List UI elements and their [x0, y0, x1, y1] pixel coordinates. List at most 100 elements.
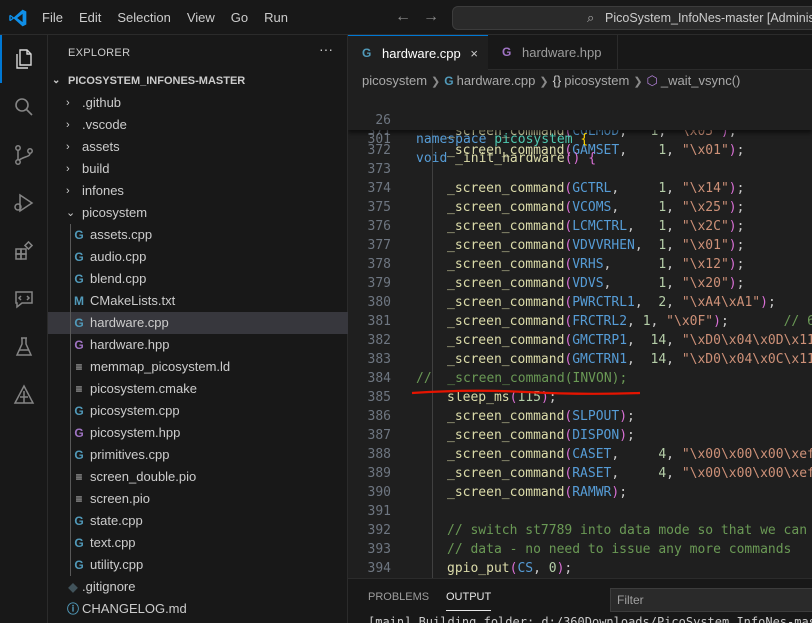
- code-line[interactable]: 388 _screen_command(CASET, 4, "\x00\x00\x…: [348, 445, 812, 464]
- tab-label: hardware.cpp: [382, 46, 461, 61]
- code-editor[interactable]: 26 namespace picosystem { 301 void _init…: [348, 92, 812, 578]
- hpp-file-icon: G: [74, 338, 84, 352]
- file-item[interactable]: ⓘ CHANGELOG.md: [48, 598, 348, 620]
- code-line[interactable]: 374 _screen_command(GCTRL, 1, "\x14");: [348, 179, 812, 198]
- close-icon[interactable]: ×: [470, 36, 478, 71]
- deploy-icon[interactable]: [0, 371, 48, 419]
- code-line[interactable]: 394 gpio_put(CS, 0);: [348, 559, 812, 578]
- tree-item-label: .vscode: [82, 117, 127, 132]
- file-item[interactable]: ≡ screen_double.pio: [48, 466, 348, 488]
- code-line[interactable]: 375 _screen_command(VCOMS, 1, "\x25");: [348, 198, 812, 217]
- file-tree: › .github › .vscode › assets › build › infones ⌄ pi…: [48, 92, 348, 620]
- line-number: 385: [367, 390, 391, 405]
- menu-run[interactable]: Run: [256, 0, 296, 35]
- back-arrow-icon[interactable]: ←: [395, 8, 411, 26]
- file-item[interactable]: Gpicosystem.cpp: [48, 400, 348, 422]
- output-filter-input[interactable]: Filter: [610, 588, 812, 612]
- code-line[interactable]: 380 _screen_command(PWRCTRL1, 2, "\xA4\xA…: [348, 293, 812, 312]
- folder-item[interactable]: › build: [48, 158, 348, 180]
- line-number: 376: [367, 219, 391, 234]
- tab-output[interactable]: OUTPUT: [446, 579, 492, 611]
- code-line[interactable]: 381 _screen_command(FRCTRL2, 1, "\x0F"); …: [348, 312, 812, 331]
- testing-icon[interactable]: [0, 323, 48, 371]
- search-icon[interactable]: [0, 83, 48, 131]
- menu-edit[interactable]: Edit: [71, 0, 109, 35]
- menu-selection[interactable]: Selection: [109, 0, 178, 35]
- file-item[interactable]: Gaudio.cpp: [48, 246, 348, 268]
- bottom-panel: PROBLEMS OUTPUT Filter [main] Building f…: [348, 578, 812, 623]
- explorer-sidebar: EXPLORER ··· ⌄ PICOSYSTEM_INFONES-MASTER…: [48, 35, 348, 623]
- tab-hardware-hpp[interactable]: G hardware.hpp: [488, 35, 618, 70]
- workspace-root-folder[interactable]: ⌄ PICOSYSTEM_INFONES-MASTER: [48, 70, 348, 92]
- explorer-more-actions[interactable]: ···: [319, 41, 333, 57]
- tree-item-label: picosystem.cmake: [90, 381, 197, 396]
- file-item[interactable]: ≡ memmap_picosystem.ld: [48, 356, 348, 378]
- code-line[interactable]: 376 _screen_command(LCMCTRL, 1, "\x2C");: [348, 217, 812, 236]
- explorer-icon[interactable]: [0, 35, 48, 83]
- code-line[interactable]: 393 // data - no need to issue any more c…: [348, 540, 812, 559]
- code-line[interactable]: 377 _screen_command(VDVVRHEN, 1, "\x01");: [348, 236, 812, 255]
- tab-problems[interactable]: PROBLEMS: [368, 579, 429, 614]
- menu-file[interactable]: File: [34, 0, 71, 35]
- source-control-icon[interactable]: [0, 131, 48, 179]
- code-line[interactable]: 379 _screen_command(VDVS, 1, "\x20");: [348, 274, 812, 293]
- tree-indent-guide: [70, 466, 71, 488]
- breadcrumb-namespace[interactable]: picosystem: [564, 73, 629, 88]
- sticky-line[interactable]: 26 namespace picosystem {: [348, 92, 812, 147]
- code-line[interactable]: 378 _screen_command(VRHS, 1, "\x12");: [348, 255, 812, 274]
- code-line[interactable]: 390 _screen_command(RAMWR);: [348, 483, 812, 502]
- folder-item[interactable]: › .github: [48, 92, 348, 114]
- namespace-icon: {}: [552, 73, 562, 88]
- code-line[interactable]: 383 _screen_command(GMCTRN1, 14, "\xD0\x0…: [348, 350, 812, 369]
- extensions-icon[interactable]: [0, 227, 48, 275]
- breadcrumb-file[interactable]: hardware.cpp: [457, 73, 536, 88]
- file-item[interactable]: M CMakeLists.txt: [48, 290, 348, 312]
- sticky-line[interactable]: 301 void _init_hardware() {: [348, 111, 812, 166]
- text-file-icon: ≡: [75, 382, 83, 396]
- tree-indent-guide: [70, 400, 71, 422]
- menu-go[interactable]: Go: [223, 0, 256, 35]
- tab-hardware-cpp[interactable]: G hardware.cpp ×: [348, 35, 488, 70]
- chevron-down-icon: ⌄: [52, 75, 61, 86]
- file-item[interactable]: Gtext.cpp: [48, 532, 348, 554]
- remote-chat-icon[interactable]: [0, 275, 48, 323]
- run-debug-icon[interactable]: [0, 179, 48, 227]
- file-item[interactable]: Gpicosystem.hpp: [48, 422, 348, 444]
- folder-item[interactable]: › .vscode: [48, 114, 348, 136]
- code-line[interactable]: 384 // _screen_command(INVON);: [348, 369, 812, 388]
- folder-item[interactable]: › infones: [48, 180, 348, 202]
- code-line[interactable]: 382 _screen_command(GMCTRP1, 14, "\xD0\x0…: [348, 331, 812, 350]
- chevron-right-icon: ›: [66, 141, 70, 153]
- code-line[interactable]: 387 _screen_command(DISPON);: [348, 426, 812, 445]
- file-item[interactable]: ≡ screen.pio: [48, 488, 348, 510]
- file-item[interactable]: Ghardware.hpp: [48, 334, 348, 356]
- breadcrumb-symbol[interactable]: _wait_vsync(): [661, 73, 740, 88]
- forward-arrow-icon[interactable]: →: [423, 8, 439, 26]
- code-line[interactable]: 386 _screen_command(SLPOUT);: [348, 407, 812, 426]
- line-number: 384: [367, 371, 391, 386]
- tree-indent-guide: [70, 510, 71, 532]
- folder-item[interactable]: › assets: [48, 136, 348, 158]
- file-item[interactable]: Gblend.cpp: [48, 268, 348, 290]
- cpp-file-icon: G: [74, 448, 84, 462]
- command-center-search[interactable]: ⌕ PicoSystem_InfoNes-master [Administrat…: [452, 6, 812, 30]
- line-number: 378: [367, 257, 391, 272]
- code-line[interactable]: 392 // switch st7789 into data mode so th…: [348, 521, 812, 540]
- chevron-right-icon: ›: [66, 163, 70, 175]
- file-item[interactable]: Gstate.cpp: [48, 510, 348, 532]
- sticky-scroll-header[interactable]: 26 namespace picosystem { 301 void _init…: [348, 92, 812, 166]
- code-line[interactable]: 389 _screen_command(RASET, 4, "\x00\x00\x…: [348, 464, 812, 483]
- cpp-file-icon: G: [74, 536, 84, 550]
- file-item[interactable]: Gutility.cpp: [48, 554, 348, 576]
- file-item[interactable]: Ghardware.cpp: [48, 312, 348, 334]
- folder-item[interactable]: ⌄ picosystem: [48, 202, 348, 224]
- file-item[interactable]: ≡ picosystem.cmake: [48, 378, 348, 400]
- file-item[interactable]: Gprimitives.cpp: [48, 444, 348, 466]
- file-item[interactable]: ◆ .gitignore: [48, 576, 348, 598]
- line-number: 377: [367, 238, 391, 253]
- chevron-right-icon: ❯: [539, 76, 549, 88]
- menu-view[interactable]: View: [179, 0, 223, 35]
- breadcrumb-folder[interactable]: picosystem: [362, 73, 427, 88]
- code-line[interactable]: 391: [348, 502, 812, 521]
- file-item[interactable]: Gassets.cpp: [48, 224, 348, 246]
